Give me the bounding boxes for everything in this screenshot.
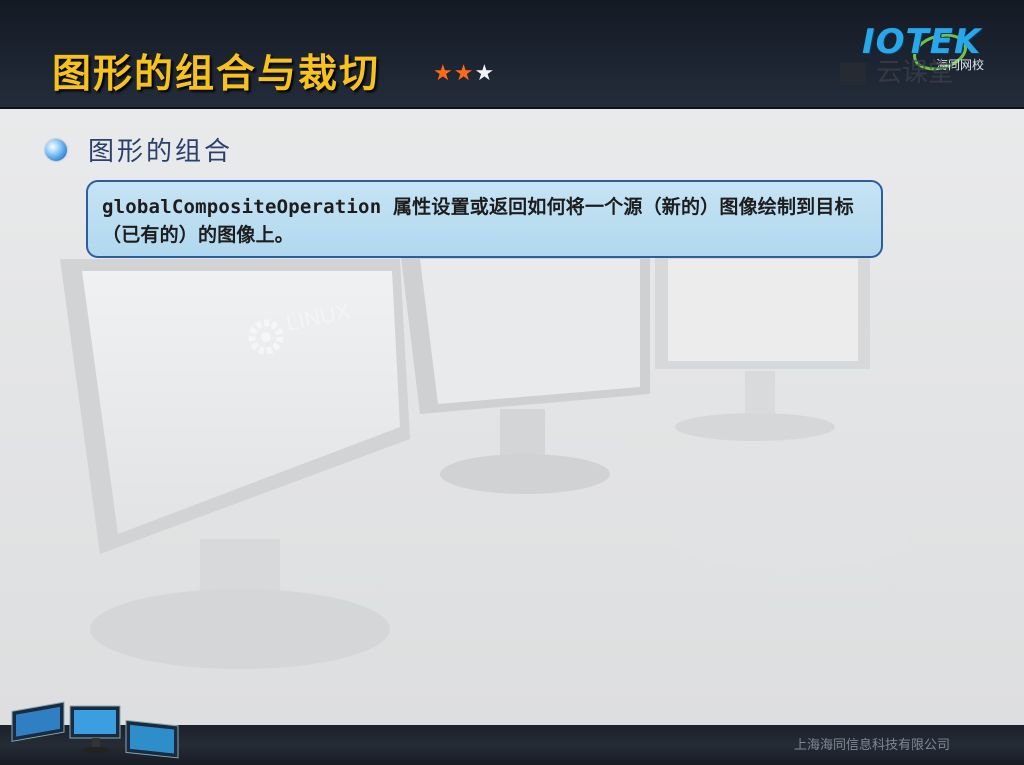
watermark-icon xyxy=(840,62,866,85)
star-empty-icon: ★ xyxy=(474,61,496,86)
page-title: 图形的组合与裁切 xyxy=(52,52,381,97)
callout-text: globalCompositeOperation 属性设置或返回如何将一个源（新… xyxy=(102,196,854,246)
watermark: 云课堂 xyxy=(840,58,954,88)
difficulty-rating: ★★★ xyxy=(433,60,495,88)
section-subtitle: 图形的组合 xyxy=(88,137,234,167)
definition-callout: globalCompositeOperation 属性设置或返回如何将一个源（新… xyxy=(86,180,883,258)
header-bar: 图形的组合与裁切 ★★★ IOTEK 海同网校 云课堂 xyxy=(0,0,1024,109)
monitors-icon xyxy=(11,701,179,759)
watermark-text: 云课堂 xyxy=(876,58,955,88)
footer-company: 上海海同信息科技有限公司 xyxy=(794,738,951,753)
logo-text: IOTEK xyxy=(862,22,982,62)
bullet-icon xyxy=(45,139,67,161)
star-filled-icon: ★★ xyxy=(433,61,475,86)
slide: 图形的组合与裁切 ★★★ IOTEK 海同网校 云课堂 LINUX 图形的组合 … xyxy=(0,0,1024,765)
